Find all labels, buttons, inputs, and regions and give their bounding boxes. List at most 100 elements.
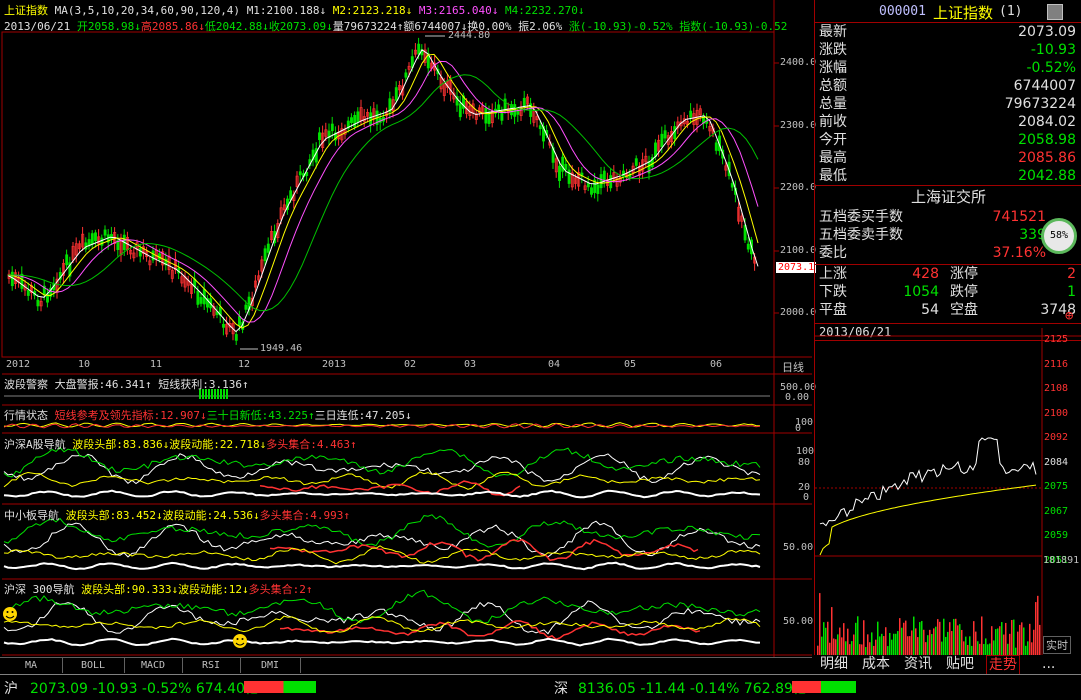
ma-line xyxy=(7,53,759,329)
sh-value[interactable]: 2073.09 -10.93 -0.52% 674.40亿 xyxy=(30,678,259,698)
order-value: 741521 xyxy=(992,209,1046,225)
tab-boll[interactable]: BOLL xyxy=(62,658,125,673)
intraday-volume-bar xyxy=(951,631,953,656)
intraday-tick: 2100 xyxy=(1044,407,1069,419)
intraday-volume-bar xyxy=(835,639,837,656)
quote-row: 涨跌 -10.93 xyxy=(815,41,1081,59)
breadth-label: 跌停 xyxy=(950,284,978,300)
candle-body xyxy=(746,243,750,250)
intraday-volume-bar xyxy=(961,629,963,656)
breadth-value: 54 xyxy=(921,302,939,318)
tab-more[interactable]: ... xyxy=(1042,655,1055,674)
quote-row: 总量 79673224 xyxy=(815,95,1081,113)
intraday-volume-bar xyxy=(1027,641,1029,656)
candle-body xyxy=(110,234,113,240)
smiley-icon xyxy=(3,607,17,621)
tab-rsi[interactable]: RSI xyxy=(182,658,241,673)
order-label: 五档委卖手数 xyxy=(819,227,903,243)
candle-body xyxy=(222,323,225,328)
kline-chart-area[interactable]: 上证指数 MA(3,5,10,20,34,60,90,120,4) M1:210… xyxy=(0,0,817,658)
intraday-tick: 2059 xyxy=(1044,530,1069,541)
quote-panel: 000001 上证指数 (1) 最新 2073.09 涨跌 -10.93 涨幅 -0.52… xyxy=(814,0,1081,658)
intraday-tick: 2075 xyxy=(1044,481,1069,492)
intraday-volume-bar xyxy=(997,628,999,656)
candle-body xyxy=(103,229,107,236)
intraday-volume-bar xyxy=(1023,627,1025,656)
intraday-volume-bar xyxy=(929,629,931,656)
bar-open: 开2058.98↓ xyxy=(76,20,141,33)
intraday-tick: 2116 xyxy=(1044,358,1069,370)
intraday-price-line xyxy=(819,437,1037,527)
candle-body xyxy=(714,142,718,151)
quote-value: 6744007 xyxy=(1013,78,1076,94)
candle-body xyxy=(238,316,241,326)
intraday-tick: 2067 xyxy=(1044,505,1069,517)
candle-body xyxy=(234,334,238,341)
intraday-volume-bar xyxy=(1019,624,1021,656)
quote-label: 今开 xyxy=(819,132,847,148)
time-tick: 11 xyxy=(150,359,163,370)
sh-breadth-bar xyxy=(244,681,316,693)
intraday-volume-bar xyxy=(919,622,921,656)
quote-value: 2042.88 xyxy=(1018,168,1076,184)
panel-toggle-icon[interactable] xyxy=(1047,4,1063,20)
intraday-volume-bar xyxy=(937,619,939,656)
breadth-value: 1054 xyxy=(903,284,939,300)
tab-macd[interactable]: MACD xyxy=(124,658,183,673)
intraday-volume-bar xyxy=(909,636,911,656)
intraday-volume-bar xyxy=(899,618,901,656)
candle-body xyxy=(730,183,734,188)
indicator-title[interactable]: 沪深 300导航 波段头部:90.333↓波段动能:12↓多头集合:2↑ xyxy=(4,581,312,597)
price-tick: 2000.0 xyxy=(780,307,817,318)
intraday-volume-bar xyxy=(1017,631,1019,656)
time-tick: 10 xyxy=(78,359,91,370)
realtime-button[interactable]: 实时 xyxy=(1043,636,1071,654)
intraday-volume-bar xyxy=(877,621,879,656)
tab-cost[interactable]: 成本 xyxy=(862,655,890,674)
period-label[interactable]: 日线 xyxy=(782,359,804,375)
indicator-title[interactable]: 波段警察 大盘警报:46.341↑ 短线获利:3.136↑ xyxy=(4,376,249,392)
chart-canvas[interactable] xyxy=(0,0,812,658)
indicator-title[interactable]: 沪深A股导航 波段头部:83.836↓波段动能:22.718↓多头集合:4.46… xyxy=(4,436,357,452)
indicator-title[interactable]: 行情状态 短线参考及领先指标:12.907↓三十日新低:43.225↑三日连低:… xyxy=(4,407,412,423)
quote-label: 涨幅 xyxy=(819,60,847,76)
quote-row: 总额 6744007 xyxy=(815,77,1081,95)
percent-badge[interactable]: 58% xyxy=(1041,218,1077,254)
sz-value[interactable]: 8136.05 -11.44 -0.14% 762.89亿 xyxy=(578,678,807,698)
intraday-volume-bar xyxy=(941,641,943,656)
price-tick: 2200.0 xyxy=(780,182,817,193)
intraday-volume-bar xyxy=(1037,595,1039,656)
candle-body xyxy=(522,97,526,107)
tab-detail[interactable]: 明细 xyxy=(820,655,848,674)
candle-body xyxy=(564,163,568,170)
time-tick: 02 xyxy=(404,359,417,370)
breadth-value: 428 xyxy=(912,266,939,282)
tab-news[interactable]: 资讯 xyxy=(904,655,932,674)
intraday-chart[interactable] xyxy=(815,328,1081,658)
intraday-volume-bar xyxy=(923,629,925,656)
intraday-volume-bar xyxy=(925,642,927,656)
candle-body xyxy=(561,156,565,172)
intraday-volume-bar xyxy=(1031,642,1033,656)
price-tick: 2100.0 xyxy=(780,245,817,256)
intraday-volume-bar xyxy=(869,642,871,656)
tab-trend[interactable]: 走势 xyxy=(986,655,1020,676)
candle-body xyxy=(500,112,504,121)
tab-ma[interactable]: MA xyxy=(0,658,63,673)
indicator-title[interactable]: 中小板导航 波段头部:83.452↓波段动能:24.536↓多头集合:4.993… xyxy=(4,507,350,523)
intraday-volume-bar xyxy=(881,633,883,656)
tab-dmi[interactable]: DMI xyxy=(240,658,301,673)
bar-change: 涨(-10.93)-0.52% xyxy=(568,20,673,33)
tab-forum[interactable]: 贴吧 xyxy=(946,655,974,674)
bar-date: 2013/06/21 xyxy=(4,20,71,33)
intraday-tick: 2092 xyxy=(1044,432,1069,443)
intraday-volume-bar xyxy=(827,621,829,656)
candle-body xyxy=(458,103,462,118)
crosshair-icon[interactable]: ⊕ xyxy=(1065,308,1073,324)
intraday-volume-bar xyxy=(927,635,929,656)
candle-body xyxy=(634,158,638,166)
ma-params: MA(3,5,10,20,34,60,90,120,4) xyxy=(54,4,241,17)
bar-amplitude: 振2.06% xyxy=(518,20,563,33)
candle-body xyxy=(36,299,40,307)
ma-m1: M1:2100.188↓ xyxy=(246,4,327,17)
